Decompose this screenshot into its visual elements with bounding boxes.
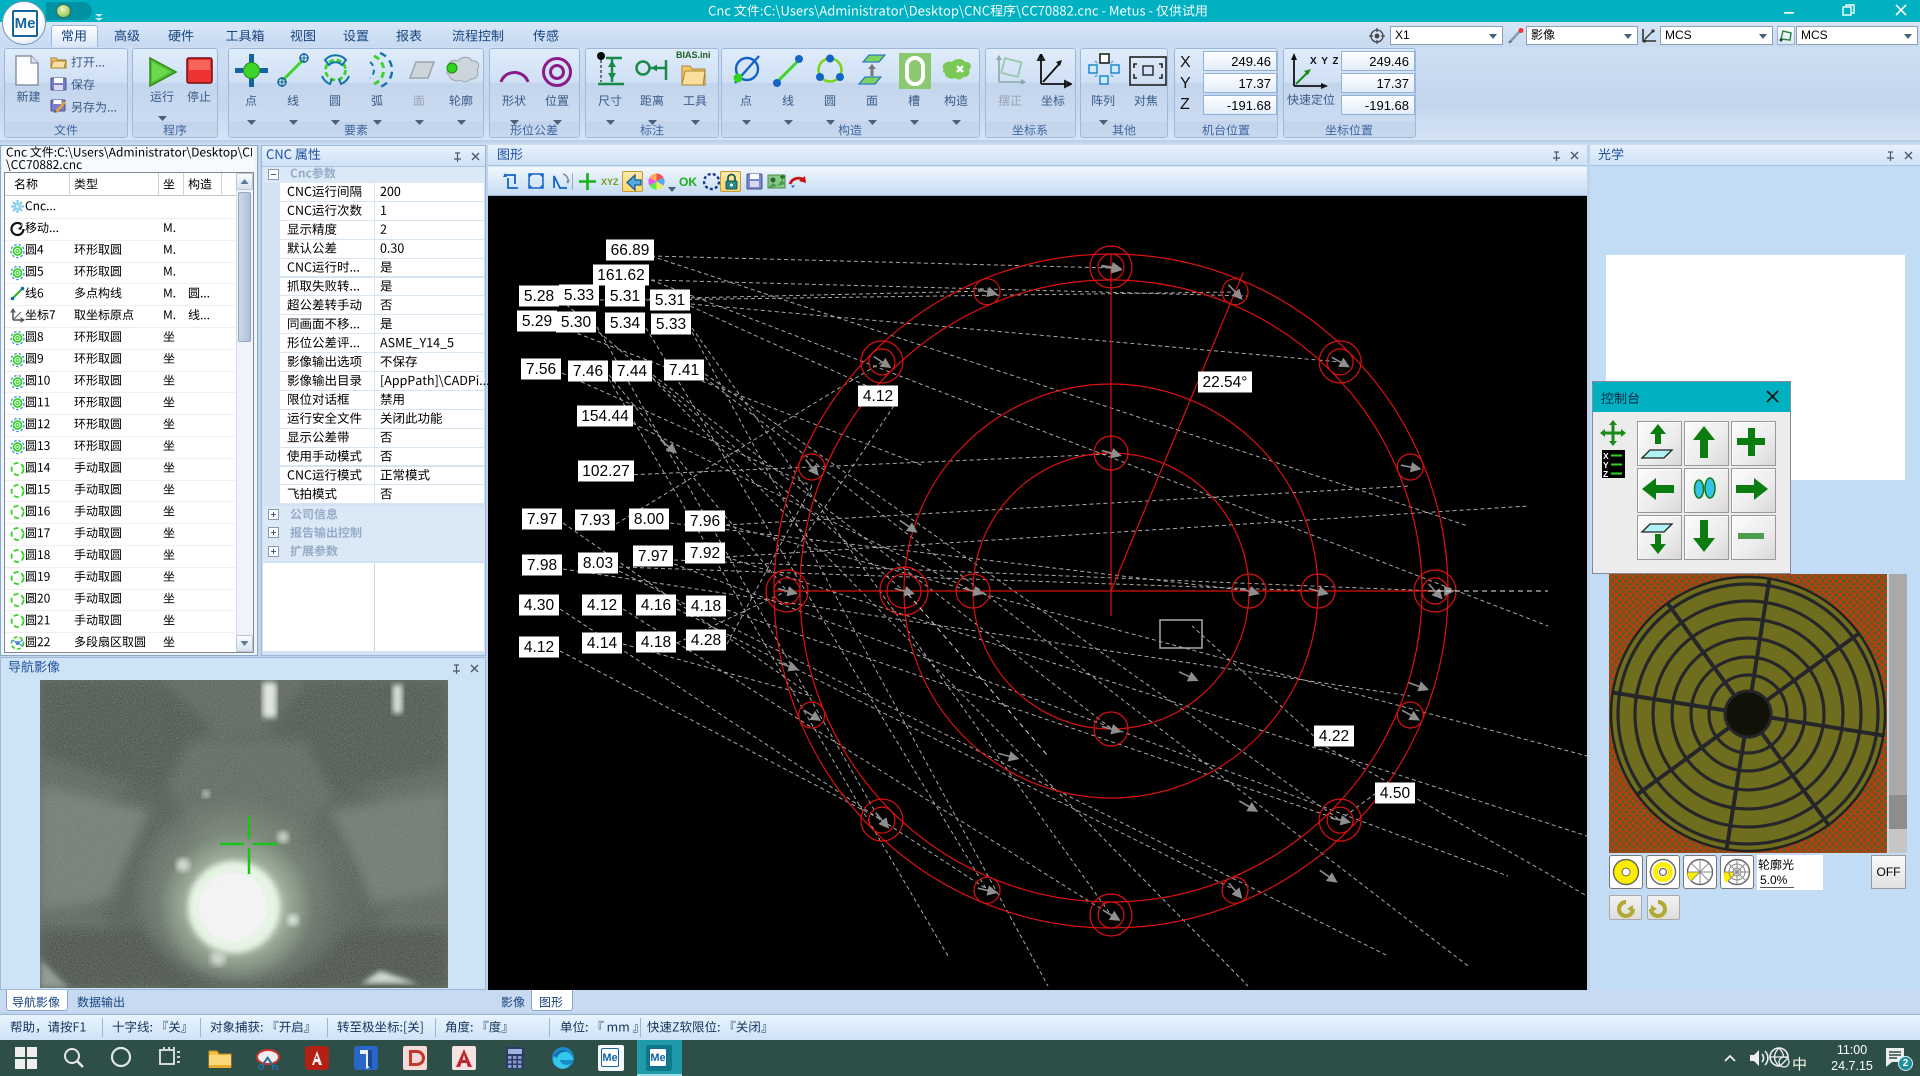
svg-text:7.46: 7.46	[573, 363, 603, 380]
svg-text:4.12: 4.12	[587, 597, 617, 614]
svg-text:4.16: 4.16	[641, 597, 671, 614]
svg-text:5.29: 5.29	[522, 313, 552, 330]
svg-text:7.41: 7.41	[669, 362, 699, 379]
svg-text:XYZ: XYZ	[601, 177, 619, 187]
svg-text:7.92: 7.92	[690, 545, 720, 562]
svg-text:5.33: 5.33	[564, 287, 594, 304]
svg-text:4.30: 4.30	[524, 597, 555, 614]
svg-text:5.28: 5.28	[524, 288, 554, 305]
svg-text:5.31: 5.31	[655, 292, 685, 309]
svg-text:161.62: 161.62	[597, 267, 644, 284]
svg-text:4.18: 4.18	[641, 634, 671, 651]
svg-text:OK: OK	[679, 175, 697, 189]
svg-text:66.89: 66.89	[611, 242, 650, 259]
svg-text:5.31: 5.31	[610, 288, 640, 305]
svg-text:7.98: 7.98	[527, 557, 557, 574]
svg-text:7.96: 7.96	[690, 513, 720, 530]
svg-text:4.50: 4.50	[1380, 785, 1411, 802]
svg-text:5.34: 5.34	[610, 315, 641, 332]
svg-text:4.28: 4.28	[691, 632, 721, 649]
svg-text:4.14: 4.14	[587, 635, 618, 652]
svg-text:102.27: 102.27	[582, 463, 629, 480]
svg-text:7.97: 7.97	[527, 511, 557, 528]
svg-text:7.56: 7.56	[526, 361, 556, 378]
svg-text:7.93: 7.93	[580, 512, 610, 529]
svg-text:8.00: 8.00	[634, 511, 665, 528]
svg-text:X Y Z: X Y Z	[1310, 56, 1338, 67]
svg-text:8.03: 8.03	[583, 555, 613, 572]
svg-text:7.44: 7.44	[617, 363, 648, 380]
svg-text:4.12: 4.12	[524, 639, 554, 656]
svg-text:7.97: 7.97	[638, 548, 668, 565]
svg-text:4.22: 4.22	[1319, 728, 1349, 745]
svg-text:Z: Z	[1603, 469, 1608, 478]
svg-text:4.18: 4.18	[691, 598, 721, 615]
svg-text:4.12: 4.12	[863, 388, 893, 405]
svg-text:154.44: 154.44	[581, 408, 629, 425]
svg-text:22.54°: 22.54°	[1203, 374, 1248, 391]
svg-text:5.33: 5.33	[656, 316, 686, 333]
svg-text:5.30: 5.30	[561, 314, 592, 331]
